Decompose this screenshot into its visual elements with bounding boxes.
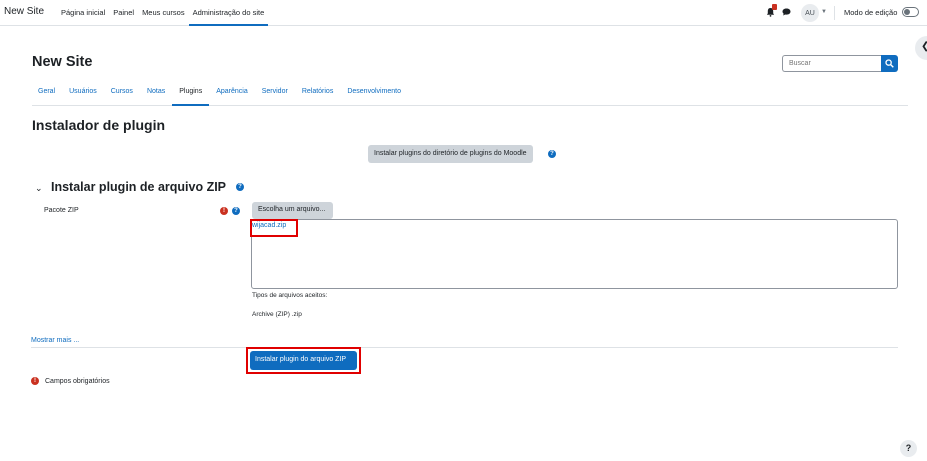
nav-link-site-admin[interactable]: Administração do site: [188, 0, 269, 26]
tab-appearance[interactable]: Aparência: [209, 83, 255, 106]
tab-server[interactable]: Servidor: [255, 83, 295, 106]
tab-development[interactable]: Desenvolvimento: [340, 83, 408, 106]
tab-general[interactable]: Geral: [32, 83, 62, 106]
tab-courses[interactable]: Cursos: [104, 83, 140, 106]
tab-reports[interactable]: Relatórios: [295, 83, 341, 106]
divider: [31, 347, 898, 348]
primary-navigation: Página inicial Painel Meus cursos Admini…: [57, 0, 269, 26]
user-avatar[interactable]: AU: [801, 4, 819, 22]
nav-link-home[interactable]: Página inicial: [57, 0, 109, 26]
required-fields-legend: Campos obrigatórios: [45, 378, 110, 385]
help-icon[interactable]: ?: [232, 207, 240, 215]
required-icon: !: [31, 377, 39, 385]
choose-file-button[interactable]: Escolha um arquivo...: [252, 202, 333, 219]
chevron-down-icon[interactable]: ⌄: [35, 183, 43, 194]
tab-grades[interactable]: Notas: [140, 83, 172, 106]
file-drop-area[interactable]: [251, 219, 898, 289]
install-from-directory-button[interactable]: Instalar plugins do diretório de plugins…: [368, 145, 533, 163]
show-more-link[interactable]: Mostrar mais ...: [31, 337, 79, 344]
tab-plugins[interactable]: Plugins: [172, 83, 210, 106]
chat-icon[interactable]: [782, 8, 791, 16]
nav-link-my-courses[interactable]: Meus cursos: [138, 0, 189, 26]
search-button[interactable]: [881, 55, 898, 72]
section-title[interactable]: Instalar plugin de arquivo ZIP: [51, 180, 226, 194]
help-icon[interactable]: ?: [236, 183, 244, 191]
help-button[interactable]: ?: [900, 440, 917, 457]
help-icon[interactable]: ?: [548, 150, 556, 158]
navbar-divider: [834, 6, 835, 20]
accepted-types-label: Tipos de arquivos aceitos:: [252, 292, 328, 299]
page-heading: Instalador de plugin: [32, 117, 166, 133]
required-icon: !: [220, 207, 228, 215]
search-icon: [885, 59, 894, 68]
chevron-down-icon[interactable]: ▼: [821, 9, 827, 15]
accepted-types-value: Archive (ZIP) .zip: [252, 311, 302, 318]
top-navbar: New Site Página inicial Painel Meus curs…: [0, 0, 927, 26]
chevron-left-icon[interactable]: ❮: [915, 36, 927, 60]
tab-users[interactable]: Usuários: [62, 83, 104, 106]
nav-link-dashboard[interactable]: Painel: [109, 0, 138, 26]
search-input[interactable]: [782, 55, 882, 72]
annotation-highlight: [250, 219, 298, 237]
page-title: New Site: [32, 54, 93, 70]
zip-package-label: Pacote ZIP: [44, 207, 79, 214]
annotation-highlight: [246, 347, 361, 374]
edit-mode-toggle[interactable]: [902, 7, 919, 17]
edit-mode-label: Modo de edição: [844, 8, 898, 17]
secondary-navigation: Geral Usuários Cursos Notas Plugins Apar…: [32, 83, 908, 106]
site-brand[interactable]: New Site: [4, 6, 44, 17]
notification-badge: [772, 4, 777, 10]
